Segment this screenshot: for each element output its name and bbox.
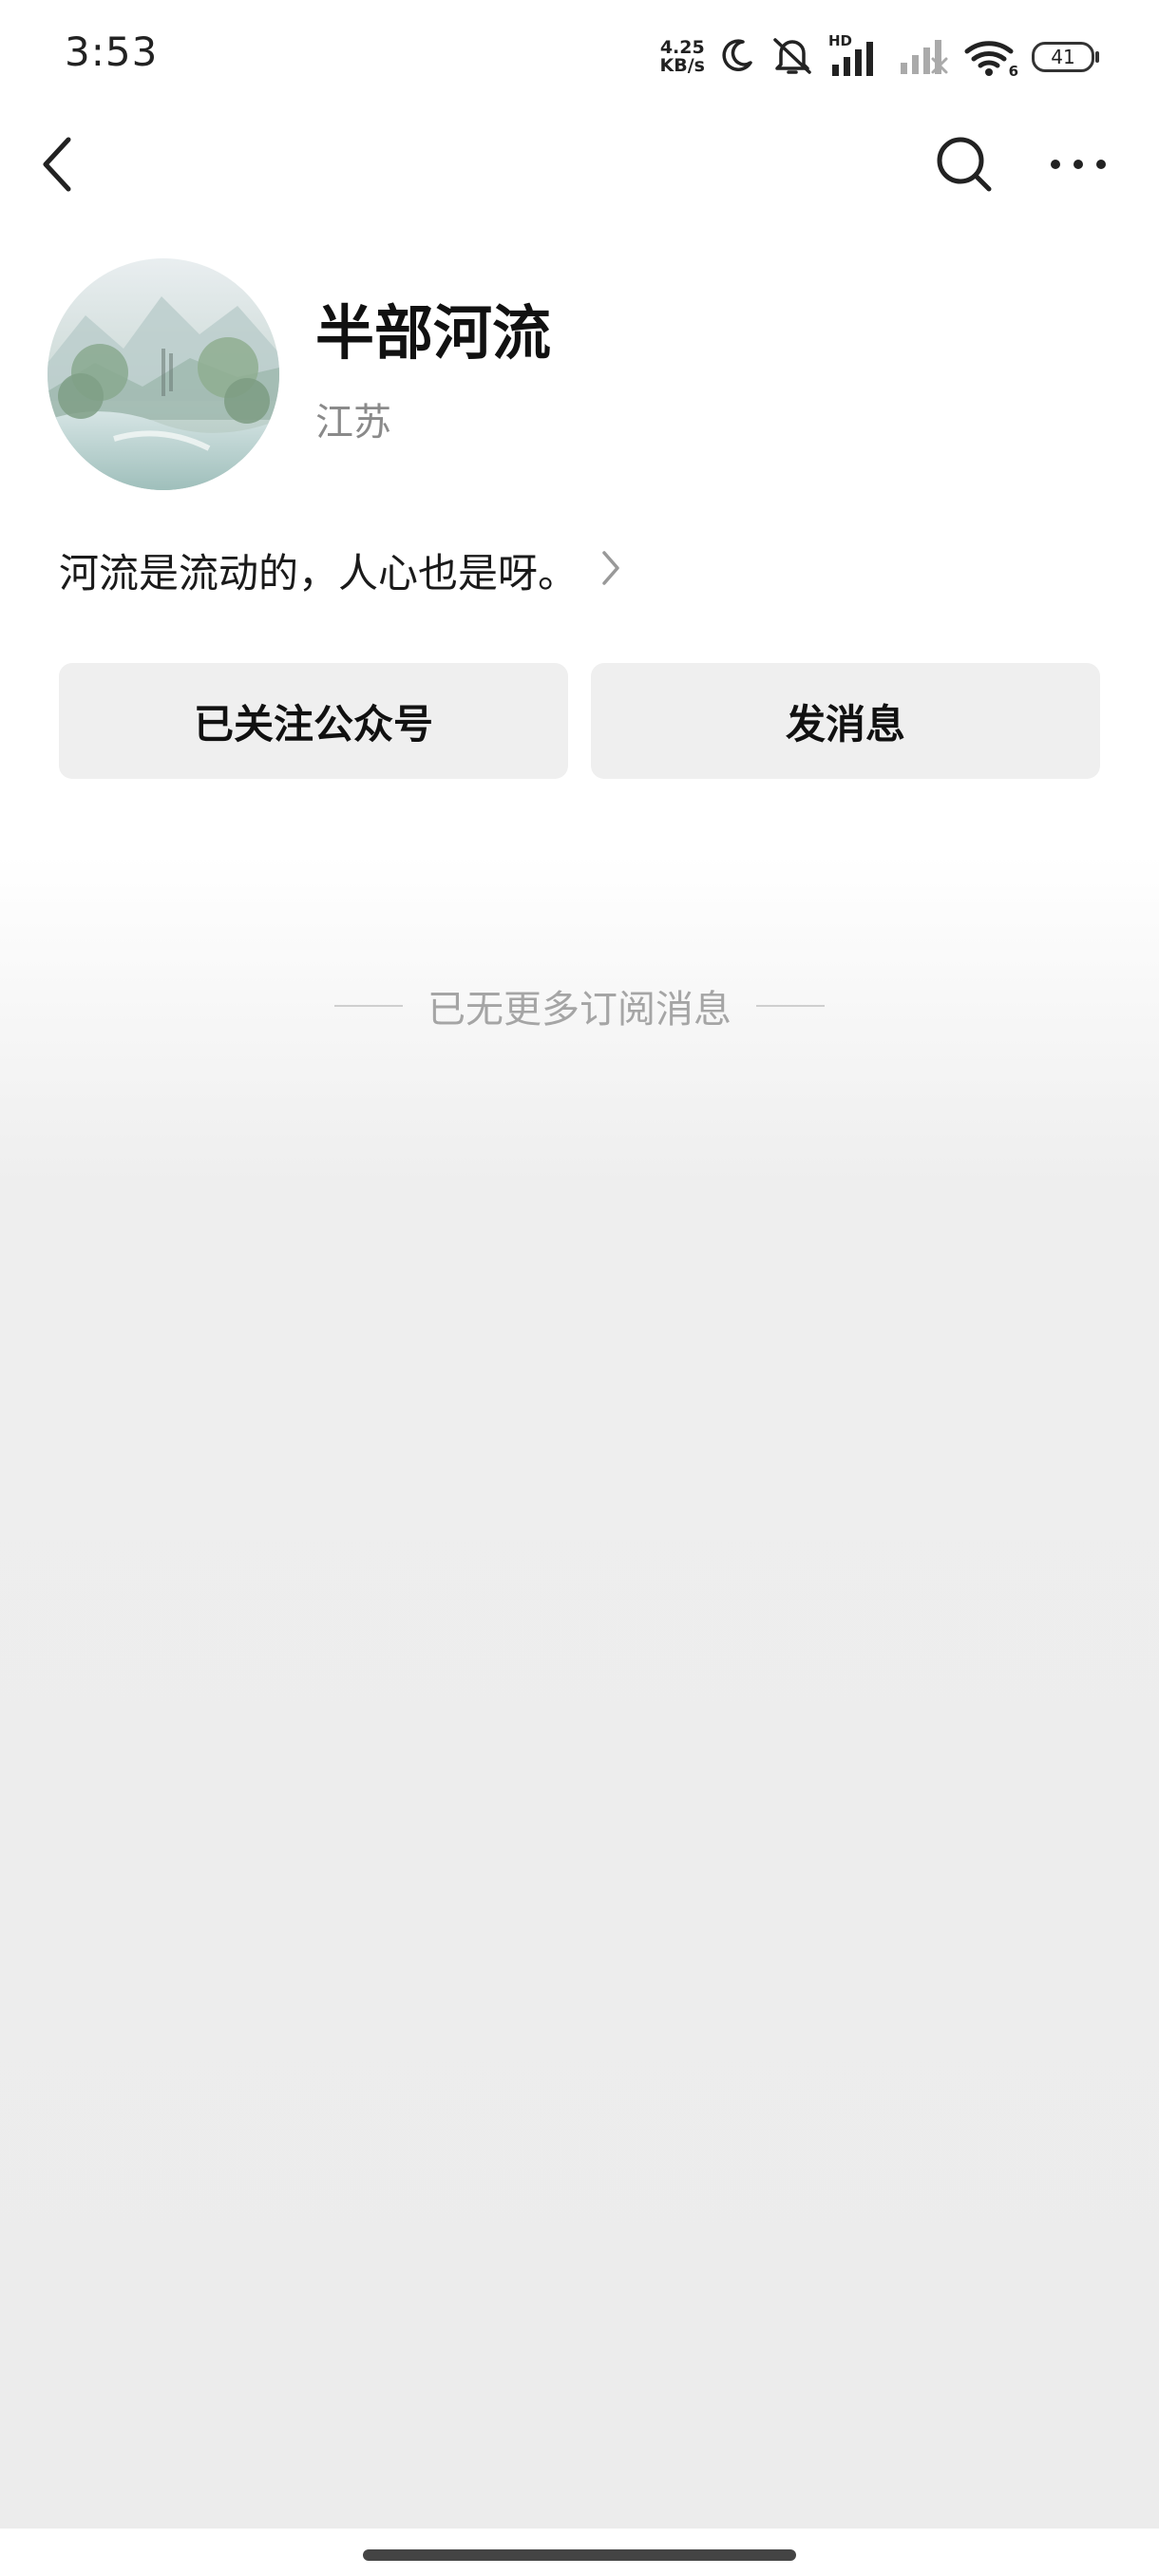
- wifi-generation: 6: [1008, 63, 1018, 80]
- account-region: 江苏: [315, 401, 391, 445]
- network-speed: 4.25 KB/s: [660, 39, 705, 75]
- divider-right: [756, 1005, 825, 1007]
- more-button[interactable]: [1040, 128, 1116, 204]
- signal-hd-icon: HD: [828, 32, 884, 78]
- home-indicator[interactable]: [363, 2549, 796, 2561]
- divider-left: [334, 1005, 403, 1007]
- account-description-link[interactable]: 河流是流动的，人心也是呀。: [59, 540, 621, 600]
- send-message-button[interactable]: 发消息: [591, 663, 1100, 779]
- account-description: 河流是流动的，人心也是呀。: [59, 549, 579, 597]
- account-name: 半部河流: [315, 298, 552, 368]
- chevron-right-icon: [600, 549, 621, 591]
- chevron-left-icon: [38, 134, 76, 199]
- feed-end-text: 已无更多订阅消息: [428, 988, 732, 1032]
- signal-weak-icon: [897, 34, 950, 80]
- network-speed-unit: KB/s: [659, 55, 705, 76]
- battery-level: 41: [1051, 46, 1075, 68]
- mute-bell-icon: [770, 34, 815, 80]
- search-button[interactable]: [926, 128, 1002, 204]
- followed-account-button[interactable]: 已关注公众号: [59, 663, 568, 779]
- search-icon: [934, 134, 995, 199]
- avatar[interactable]: [48, 258, 279, 490]
- battery-icon: 41: [1032, 42, 1099, 72]
- feed-end-note: 已无更多订阅消息: [0, 978, 1159, 1033]
- back-button[interactable]: [28, 123, 86, 209]
- more-horizontal-icon: [1050, 157, 1107, 176]
- status-time: 3:53: [65, 28, 159, 75]
- status-icons: 4.25 KB/s HD 6 41: [660, 28, 1099, 85]
- moon-icon: [718, 36, 756, 78]
- wifi-icon: 6: [963, 36, 1018, 80]
